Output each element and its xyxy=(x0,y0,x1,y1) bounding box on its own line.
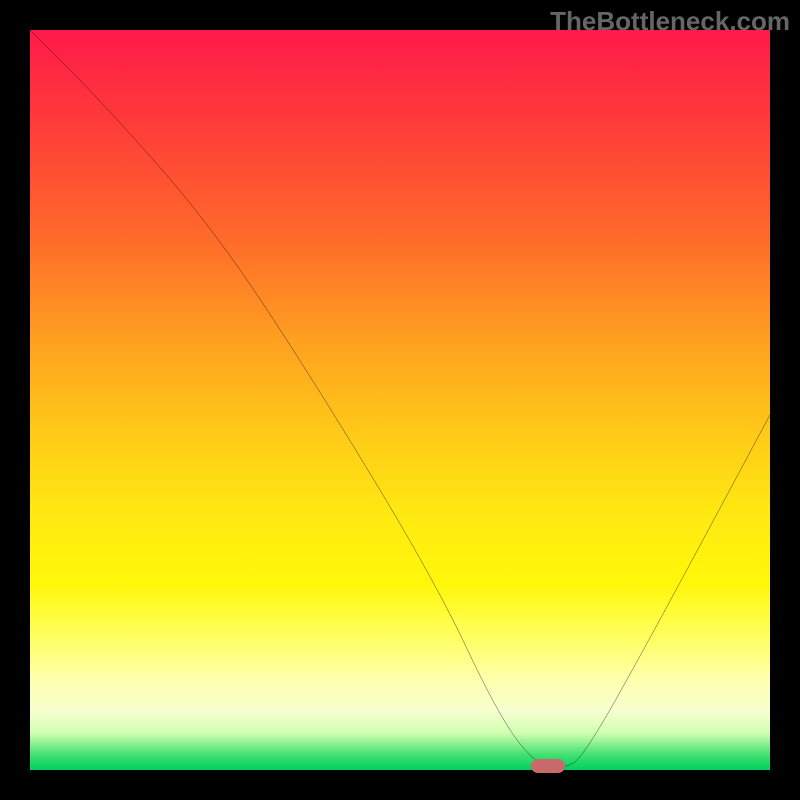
watermark: TheBottleneck.com xyxy=(550,6,790,37)
optimal-marker xyxy=(531,759,565,773)
chart-plot-area xyxy=(30,30,770,770)
bottleneck-curve xyxy=(30,30,770,770)
curve-line xyxy=(30,30,770,768)
